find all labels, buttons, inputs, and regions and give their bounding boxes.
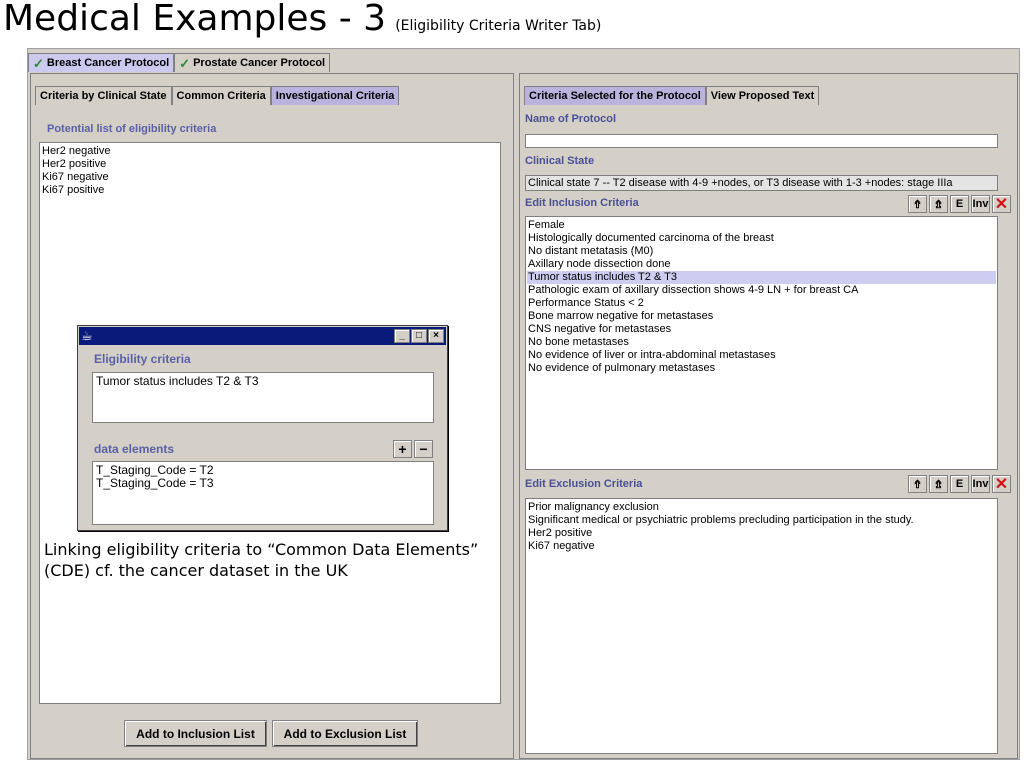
list-item[interactable]: Ki67 negative	[527, 540, 996, 553]
maximize-icon[interactable]: □	[411, 329, 427, 343]
add-to-inclusion-button[interactable]: Add to Inclusion List	[124, 720, 267, 747]
eligibility-criteria-dialog: ☕ _ □ × Eligibility criteria Tumor statu…	[77, 325, 448, 531]
list-item-selected[interactable]: Tumor status includes T2 & T3	[527, 271, 996, 284]
list-item[interactable]: No evidence of liver or intra-abdominal …	[527, 349, 996, 362]
tab-label: Breast Cancer Protocol	[46, 56, 170, 69]
annotation-text: Linking eligibility criteria to “Common …	[44, 540, 479, 580]
add-data-element-button[interactable]: +	[393, 440, 412, 458]
exclusion-criteria-label: Edit Exclusion Criteria	[525, 478, 643, 490]
list-item[interactable]: Axillary node dissection done	[527, 258, 996, 271]
data-elements-label: data elements	[94, 442, 175, 456]
edit-button[interactable]: E	[950, 195, 969, 213]
inclusion-criteria-label: Edit Inclusion Criteria	[525, 197, 639, 209]
tab-common-criteria[interactable]: Common Criteria	[171, 86, 271, 105]
tab-criteria-selected[interactable]: Criteria Selected for the Protocol	[524, 86, 706, 105]
list-item[interactable]: No bone metastases	[527, 336, 996, 349]
slide-title: Medical Examples - 3 (Eligibility Criter…	[3, 0, 601, 39]
list-item[interactable]: Bone marrow negative for metastases	[527, 310, 996, 323]
check-icon: ✓	[33, 55, 44, 71]
data-elements-list[interactable]: T_Staging_Code = T2 T_Staging_Code = T3	[92, 461, 434, 525]
move-down-icon[interactable]: ⇯	[929, 475, 948, 493]
tab-investigational-criteria[interactable]: Investigational Criteria	[270, 86, 400, 105]
tab-label: Prostate Cancer Protocol	[193, 56, 326, 69]
move-up-icon[interactable]: ⇮	[908, 475, 927, 493]
eligibility-criteria-label: Eligibility criteria	[94, 352, 191, 366]
tab-breast-cancer-protocol[interactable]: ✓ Breast Cancer Protocol	[28, 53, 175, 72]
invert-button[interactable]: Inv	[971, 195, 990, 213]
inclusion-criteria-list[interactable]: Female Histologically documented carcino…	[525, 216, 998, 470]
list-item[interactable]: Her2 positive	[527, 527, 996, 540]
list-item[interactable]: Significant medical or psychiatric probl…	[527, 514, 996, 527]
edit-button[interactable]: E	[950, 475, 969, 493]
delete-icon[interactable]: ✕	[992, 475, 1011, 493]
list-item[interactable]: CNS negative for metastases	[527, 323, 996, 336]
tab-prostate-cancer-protocol[interactable]: ✓ Prostate Cancer Protocol	[174, 53, 331, 72]
close-icon[interactable]: ×	[428, 329, 444, 343]
protocol-view-tabs: Criteria Selected for the Protocol View …	[524, 86, 820, 105]
list-item[interactable]: Her2 negative	[41, 145, 499, 158]
exclusion-criteria-list[interactable]: Prior malignancy exclusion Significant m…	[525, 498, 998, 754]
tab-criteria-by-clinical-state[interactable]: Criteria by Clinical State	[35, 86, 172, 105]
list-item[interactable]: No evidence of pulmonary metastases	[527, 362, 996, 375]
remove-data-element-button[interactable]: −	[414, 440, 433, 458]
list-item[interactable]: T_Staging_Code = T3	[96, 477, 430, 490]
move-down-icon[interactable]: ⇯	[929, 195, 948, 213]
list-item[interactable]: Prior malignancy exclusion	[527, 501, 996, 514]
clinical-state-label: Clinical State	[525, 155, 595, 167]
slide-subtitle: (Eligibility Criteria Writer Tab)	[395, 18, 602, 34]
delete-icon[interactable]: ✕	[992, 195, 1011, 213]
list-item[interactable]: No distant metatasis (M0)	[527, 245, 996, 258]
tab-view-proposed-text[interactable]: View Proposed Text	[705, 86, 820, 105]
protocol-tabs: ✓ Breast Cancer Protocol ✓ Prostate Canc…	[28, 53, 331, 72]
list-item[interactable]: Performance Status < 2	[527, 297, 996, 310]
list-item[interactable]: Female	[527, 219, 996, 232]
criteria-source-tabs: Criteria by Clinical State Common Criter…	[35, 86, 400, 105]
java-cup-icon: ☕	[81, 328, 93, 344]
list-item[interactable]: Ki67 positive	[41, 184, 499, 197]
list-item[interactable]: Pathologic exam of axillary dissection s…	[527, 284, 996, 297]
invert-button[interactable]: Inv	[971, 475, 990, 493]
inclusion-toolbar: ⇮ ⇯ E Inv ✕	[908, 195, 1011, 213]
exclusion-toolbar: ⇮ ⇯ E Inv ✕	[908, 475, 1011, 493]
minimize-icon[interactable]: _	[394, 329, 410, 343]
window-controls: _ □ ×	[394, 329, 444, 343]
protocol-name-label: Name of Protocol	[525, 113, 617, 125]
right-panel: Criteria Selected for the Protocol View …	[519, 73, 1018, 759]
clinical-state-field: Clinical state 7 -- T2 disease with 4-9 …	[525, 175, 998, 191]
slide-heading: Medical Examples - 3	[3, 0, 387, 39]
protocol-name-field[interactable]	[525, 134, 998, 148]
move-up-icon[interactable]: ⇮	[908, 195, 927, 213]
list-item[interactable]: Her2 positive	[41, 158, 499, 171]
list-item[interactable]: Ki67 negative	[41, 171, 499, 184]
dialog-titlebar[interactable]: ☕ _ □ ×	[79, 327, 446, 345]
potential-criteria-label: Potential list of eligibility criteria	[47, 123, 217, 135]
add-to-exclusion-button[interactable]: Add to Exclusion List	[272, 720, 418, 747]
check-icon: ✓	[179, 55, 191, 71]
list-item[interactable]: Histologically documented carcinoma of t…	[527, 232, 996, 245]
eligibility-criteria-text[interactable]: Tumor status includes T2 & T3	[92, 372, 434, 423]
